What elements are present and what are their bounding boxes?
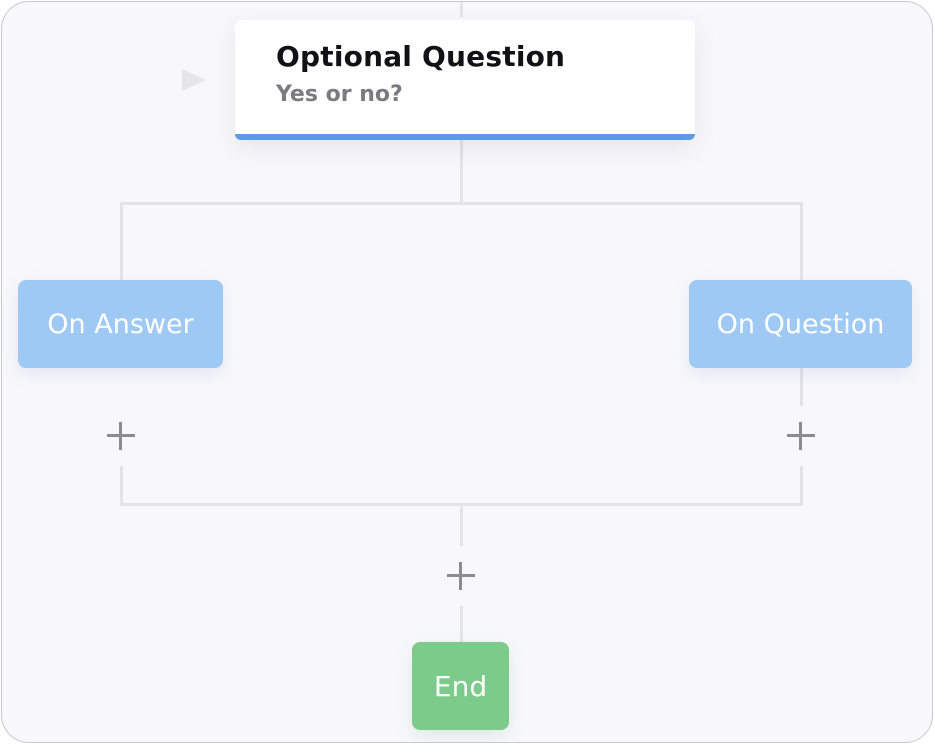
connector-right-branch-down: [800, 202, 803, 282]
play-icon[interactable]: [182, 69, 206, 91]
connector-to-end: [460, 606, 463, 642]
connector-right-branch-to-plus: [800, 368, 803, 406]
add-step-center-plus-icon[interactable]: [447, 562, 475, 590]
flow-canvas[interactable]: Optional Question Yes or no? On Answer O…: [1, 1, 933, 743]
question-node[interactable]: Optional Question Yes or no?: [235, 20, 695, 140]
add-step-right-plus-icon[interactable]: [787, 422, 815, 450]
connector-left-branch-down: [120, 202, 123, 282]
question-title: Optional Question: [276, 40, 566, 73]
connector-merge-down: [460, 506, 463, 546]
branch-on-answer[interactable]: On Answer: [18, 280, 223, 368]
connector-split-horizontal: [120, 202, 803, 205]
add-step-left-plus-icon[interactable]: [107, 422, 135, 450]
end-node[interactable]: End: [412, 642, 509, 730]
question-accent-bar: [235, 134, 695, 140]
branch-on-question[interactable]: On Question: [689, 280, 912, 368]
connector-right-merge: [800, 466, 803, 506]
connector-top-entry: [460, 2, 463, 17]
connector-question-down: [460, 140, 463, 202]
connector-left-merge: [120, 466, 123, 506]
question-subtitle: Yes or no?: [276, 82, 403, 107]
